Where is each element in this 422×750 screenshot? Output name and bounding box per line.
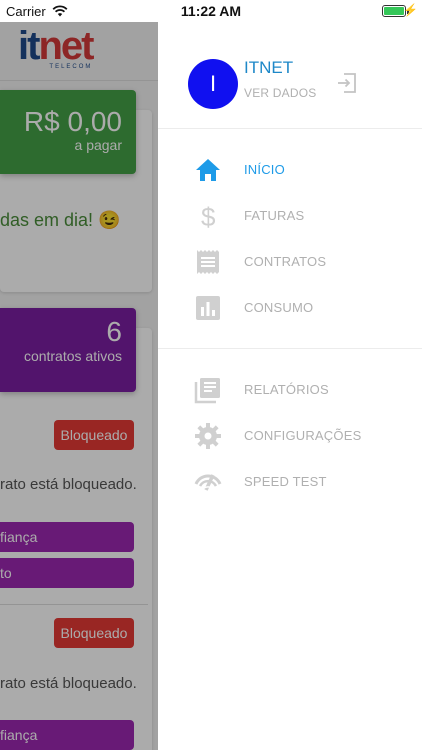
status-bar: Carrier 11:22 AM ⚡ xyxy=(0,0,422,22)
user-name: ITNET xyxy=(244,58,294,77)
divider xyxy=(158,128,422,129)
divider xyxy=(158,348,422,349)
menu-item-inicio[interactable]: INÍCIO xyxy=(158,146,422,192)
dollar-icon: $ xyxy=(194,202,222,232)
logout-icon[interactable] xyxy=(336,72,358,99)
view-profile-link[interactable]: VER DADOS xyxy=(244,86,316,100)
svg-text:$: $ xyxy=(201,202,216,230)
reports-icon xyxy=(194,376,222,404)
menu-label: FATURAS xyxy=(244,208,305,223)
menu-label: CONTRATOS xyxy=(244,254,327,269)
menu-label: SPEED TEST xyxy=(244,474,327,489)
menu-label: CONSUMO xyxy=(244,300,314,315)
bar-chart-icon xyxy=(194,294,222,322)
home-icon xyxy=(194,156,222,184)
charging-icon: ⚡ xyxy=(403,3,418,17)
menu-item-configuracoes[interactable]: CONFIGURAÇÕES xyxy=(158,412,422,458)
contract-icon xyxy=(194,248,222,276)
drawer-overlay[interactable] xyxy=(0,22,158,750)
menu-item-contratos[interactable]: CONTRATOS xyxy=(158,238,422,284)
menu-item-faturas[interactable]: $ FATURAS xyxy=(158,192,422,238)
clock: 11:22 AM xyxy=(180,3,242,19)
menu-label: RELATÓRIOS xyxy=(244,382,329,397)
gear-icon xyxy=(194,422,222,450)
speedometer-icon xyxy=(194,468,222,496)
menu-label: CONFIGURAÇÕES xyxy=(244,428,362,443)
menu-item-speed-test[interactable]: SPEED TEST xyxy=(158,458,422,504)
menu-item-relatorios[interactable]: RELATÓRIOS xyxy=(158,366,422,412)
menu-label: INÍCIO xyxy=(244,162,285,177)
menu-item-consumo[interactable]: CONSUMO xyxy=(158,284,422,330)
avatar[interactable]: I xyxy=(188,59,238,109)
navigation-drawer: I ITNET VER DADOS INÍCIO $ FATURAS CONTR… xyxy=(158,22,422,750)
